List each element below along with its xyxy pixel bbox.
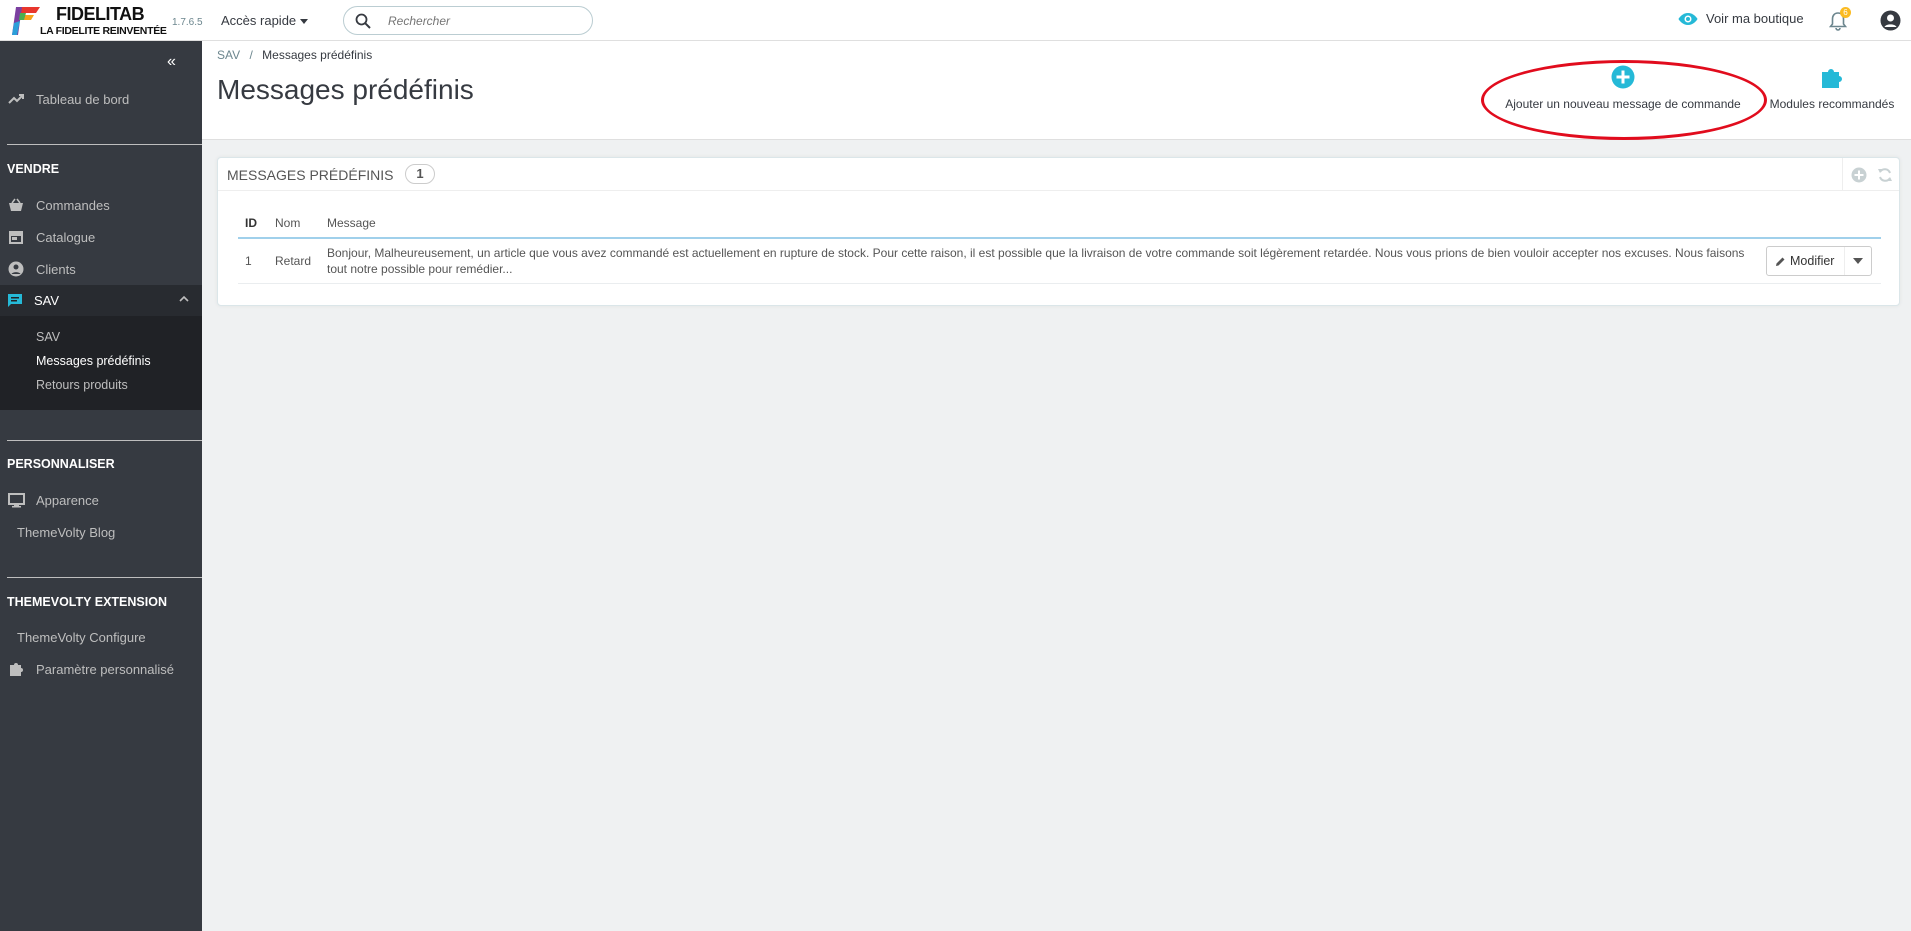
sidebar-item-label: Catalogue <box>36 229 96 245</box>
breadcrumb-separator: / <box>249 48 253 62</box>
refresh-icon[interactable] <box>1877 167 1893 183</box>
panel-count-badge: 1 <box>405 164 435 184</box>
table-header-row: ID Nom Message <box>238 208 1881 239</box>
panel-title: MESSAGES PRÉDÉFINIS <box>227 167 394 183</box>
edit-button-label: Modifier <box>1790 254 1835 268</box>
sidebar-item-appearance[interactable]: Apparence <box>0 485 202 515</box>
notification-badge: 6 <box>1840 7 1851 18</box>
column-header-id[interactable]: ID <box>238 208 268 239</box>
brand-name: FIDELITAB <box>56 4 145 24</box>
column-header-actions <box>1759 208 1881 239</box>
edit-button[interactable]: Modifier <box>1767 247 1846 275</box>
chat-icon <box>7 293 23 308</box>
puzzle-icon <box>7 660 25 678</box>
search-box[interactable] <box>343 6 593 35</box>
version-label: 1.7.6.5 <box>172 17 203 28</box>
messages-table: ID Nom Message 1 Retard Bonjour, Malheur… <box>238 208 1881 284</box>
sidebar-item-label: SAV <box>34 293 60 308</box>
sidebar-subitem-predefined-messages[interactable]: Messages prédéfinis <box>36 354 151 368</box>
sidebar-item-label: Apparence <box>36 492 99 508</box>
row-actions-button-group: Modifier <box>1766 246 1873 276</box>
desktop-icon <box>7 491 25 509</box>
account-circle-icon <box>7 260 25 278</box>
cell-name: Retard <box>268 238 320 284</box>
sidebar-item-tv-configure[interactable]: ThemeVolty Configure <box>0 622 202 652</box>
caret-down-icon <box>1853 258 1864 264</box>
sidebar-item-customers[interactable]: Clients <box>0 254 202 284</box>
table-row[interactable]: 1 Retard Bonjour, Malheureusement, un ar… <box>238 238 1881 284</box>
breadcrumb-parent[interactable]: SAV <box>217 48 240 62</box>
column-header-message[interactable]: Message <box>320 208 1759 239</box>
sidebar: « Tableau de bord VENDRE Commandes Catal… <box>0 41 202 931</box>
sidebar-divider <box>7 440 202 441</box>
add-new-icon[interactable] <box>1851 167 1867 183</box>
row-actions-dropdown-toggle[interactable] <box>1845 247 1871 275</box>
sidebar-item-sav[interactable]: SAV <box>0 285 202 316</box>
quick-access-label: Accès rapide <box>221 13 297 28</box>
sidebar-item-catalog[interactable]: Catalogue <box>0 222 202 252</box>
sidebar-section-customize: PERSONNALISER <box>7 457 115 471</box>
sidebar-item-label: ThemeVolty Blog <box>17 524 116 540</box>
cell-id: 1 <box>238 238 268 284</box>
top-header: FIDELITAB LA FIDELITE REINVENTÉE 1.7.6.5… <box>0 0 1911 41</box>
sidebar-item-dashboard[interactable]: Tableau de bord <box>0 84 202 114</box>
user-account-icon[interactable] <box>1880 10 1901 31</box>
column-header-name[interactable]: Nom <box>268 208 320 239</box>
predefined-messages-panel: MESSAGES PRÉDÉFINIS 1 ID Nom Message 1 R… <box>217 157 1900 306</box>
chevron-up-icon <box>179 295 189 302</box>
panel-heading: MESSAGES PRÉDÉFINIS 1 <box>218 158 1899 191</box>
panel-toolbar <box>1842 158 1899 191</box>
view-shop-label: Voir ma boutique <box>1706 11 1804 26</box>
trending-up-icon <box>7 90 25 108</box>
sidebar-divider <box>7 577 202 578</box>
recommended-modules-button[interactable]: Modules recommandés <box>1762 65 1902 111</box>
highlight-annotation-ellipse <box>1481 60 1767 140</box>
sidebar-subitem-product-returns[interactable]: Retours produits <box>36 378 128 392</box>
sidebar-item-custom-param[interactable]: Paramètre personnalisé <box>0 654 202 684</box>
sidebar-item-blog[interactable]: ThemeVolty Blog <box>0 517 202 547</box>
basket-icon <box>7 196 25 214</box>
store-icon <box>7 228 25 246</box>
sidebar-item-label: Clients <box>36 261 76 277</box>
brand-logo-icon[interactable] <box>12 5 42 37</box>
brand-tagline: LA FIDELITE REINVENTÉE <box>40 25 167 37</box>
sidebar-section-sell: VENDRE <box>7 162 60 176</box>
sidebar-item-label: ThemeVolty Configure <box>17 629 146 645</box>
cell-message: Bonjour, Malheureusement, un article que… <box>320 238 1759 284</box>
sidebar-item-label: Paramètre personnalisé <box>36 661 175 677</box>
sidebar-item-label: Commandes <box>36 197 110 213</box>
view-shop-link[interactable]: Voir ma boutique <box>1678 11 1804 26</box>
pencil-icon <box>1776 257 1785 266</box>
cell-actions: Modifier <box>1759 238 1881 284</box>
sidebar-subitem-sav[interactable]: SAV <box>36 330 60 344</box>
sidebar-item-label: Tableau de bord <box>36 91 130 107</box>
page-title: Messages prédéfinis <box>217 74 474 105</box>
caret-down-icon <box>300 19 309 25</box>
recommended-modules-label: Modules recommandés <box>1769 97 1895 111</box>
search-icon <box>355 13 371 29</box>
eye-icon <box>1678 12 1698 25</box>
sidebar-item-orders[interactable]: Commandes <box>0 190 202 220</box>
quick-access-dropdown[interactable]: Accès rapide <box>221 13 309 28</box>
collapse-sidebar-icon[interactable]: « <box>167 53 176 71</box>
sidebar-divider <box>7 144 202 145</box>
breadcrumb-current: Messages prédéfinis <box>262 48 373 62</box>
search-input[interactable] <box>388 12 578 30</box>
sidebar-section-extension: THEMEVOLTY EXTENSION <box>7 595 167 609</box>
breadcrumb: SAV / Messages prédéfinis <box>217 48 372 62</box>
puzzle-icon <box>1822 69 1842 88</box>
